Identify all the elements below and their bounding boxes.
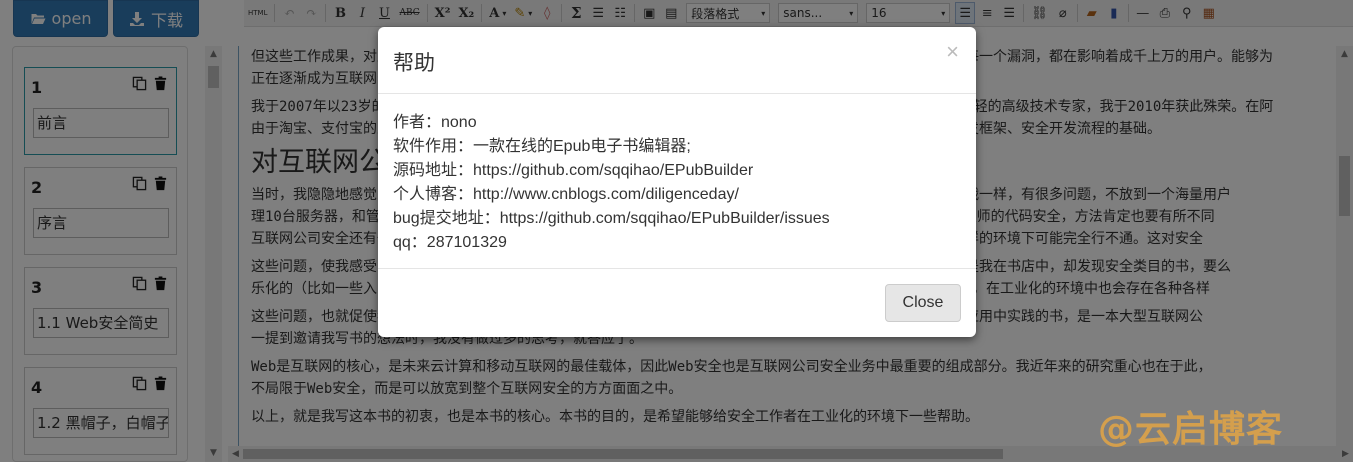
dialog-body: 作者：nono 软件作用：一款在线的Epub电子书编辑器; 源码地址：https… — [393, 111, 830, 255]
dialog-title: 帮助 — [393, 52, 435, 75]
dialog-footer: Close — [378, 268, 976, 338]
close-button[interactable]: Close — [885, 284, 961, 322]
author-line: 作者：nono — [393, 114, 477, 131]
help-dialog: 帮助 × 作者：nono 软件作用：一款在线的Epub电子书编辑器; 源码地址：… — [378, 27, 976, 337]
blog-link: 个人博客：http://www.cnblogs.com/diligenceday… — [393, 186, 739, 203]
source-link: 源码地址：https://github.com/sqqihao/EPubBuil… — [393, 162, 754, 179]
close-icon[interactable]: × — [946, 39, 959, 65]
dialog-header: 帮助 × — [378, 27, 976, 94]
purpose-line: 软件作用：一款在线的Epub电子书编辑器; — [393, 138, 691, 155]
watermark: @云启博客 — [1098, 409, 1284, 450]
qq-line: qq：287101329 — [393, 234, 507, 251]
issues-link: bug提交地址：https://github.com/sqqihao/EPubB… — [393, 210, 830, 227]
